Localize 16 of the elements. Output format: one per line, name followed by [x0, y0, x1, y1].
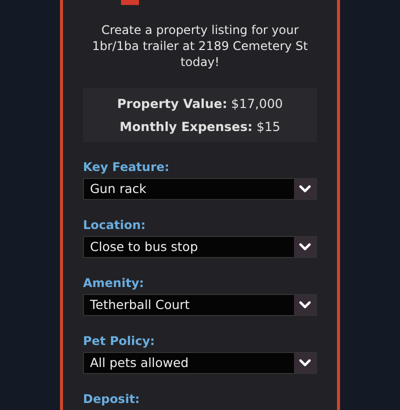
chevron-down-icon	[299, 185, 311, 193]
field-label: Amenity:	[83, 275, 145, 291]
chevron-down-icon	[299, 359, 311, 367]
field-label: Deposit:	[83, 391, 141, 407]
chevron-down-icon	[299, 243, 311, 251]
stat-line: Property Value: $17,000	[116, 95, 284, 113]
dropdown-field[interactable]: Gun rack	[83, 178, 317, 200]
dropdown-field[interactable]: Tetherball Court	[83, 294, 317, 316]
stat-line: Monthly Expenses: $15	[118, 118, 282, 136]
dropdown-field[interactable]: All pets allowed	[83, 352, 317, 374]
field-label: Pet Policy:	[83, 333, 156, 349]
field-label: Location:	[83, 217, 147, 233]
dropdown-field[interactable]: Close to bus stop	[83, 236, 317, 258]
dialog-description: Create a property listing for your 1br/1ba trailer at 2189 Cemetery St today!	[91, 22, 309, 70]
chevron-down-icon	[299, 301, 311, 309]
field-label: Key Feature:	[83, 159, 170, 175]
